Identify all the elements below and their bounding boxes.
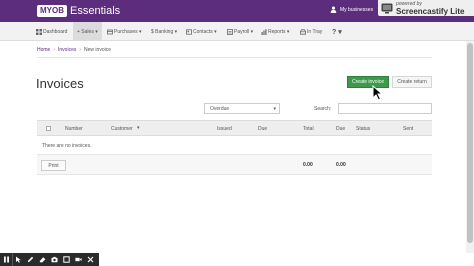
pointer-icon [16,256,21,263]
breadcrumb-invoices[interactable]: Invoices [58,47,76,53]
breadcrumb-home[interactable]: Home [37,47,50,53]
scrollbar-thumb[interactable] [467,43,473,243]
video-tool[interactable] [72,253,84,266]
nav-payroll[interactable]: Payroll ▾ [227,22,253,41]
nav-banking-label: $ Banking ▾ [151,28,178,35]
nav-in-tray[interactable]: In Tray [300,22,322,41]
invoice-table-header: Number ▾ Customer Issued Due Total Due S… [37,120,432,136]
column-due-date[interactable]: Due [258,126,267,132]
pointer-tool[interactable] [12,253,24,266]
nav-sales[interactable]: + Sales ▾ [73,22,102,41]
nav-sales-label: + Sales ▾ [77,28,98,35]
myob-logo[interactable]: MYOB Essentials [37,4,120,17]
column-total[interactable]: Total [303,126,314,132]
mouse-cursor-icon [372,85,383,101]
my-businesses-label: My businesses [340,6,374,13]
camera-tool[interactable] [48,253,60,266]
dashboard-icon [36,28,42,35]
nav-purchases[interactable]: Purchases ▾ [107,22,142,41]
nav-dashboard[interactable]: Dashboard [36,22,67,41]
help-icon: ? ▾ [332,28,342,36]
table-row: There are no invoices. [37,137,432,155]
column-due-amount[interactable]: Due [336,126,345,132]
eraser-icon [39,257,45,263]
annotation-toolbar [0,253,99,266]
chevron-down-icon: ▾ [273,106,276,112]
nav-banking[interactable]: $ Banking ▾ [151,22,177,41]
create-return-button[interactable]: Create return [392,76,432,88]
empty-message: There are no invoices. [42,143,92,149]
square-icon [62,256,70,263]
reports-icon [261,28,267,35]
payroll-icon [227,28,233,35]
select-all-checkbox[interactable] [46,126,51,131]
in-tray-icon [300,28,306,35]
eraser-tool[interactable] [36,253,48,266]
nav-contacts-label: Contacts ▾ [193,28,217,35]
pen-tool[interactable] [24,253,36,266]
pause-tool[interactable] [0,253,12,266]
purchases-icon [107,29,113,34]
nav-purchases-label: Purchases ▾ [114,28,142,35]
search-label: Search: [314,106,332,112]
page-scrollbar[interactable] [466,41,474,253]
total-due: 0.00 [336,162,346,168]
nav-reports-label: Reports ▾ [268,28,290,35]
status-filter-select[interactable]: Overdue ▾ [204,103,280,114]
status-filter-value: Overdue [210,105,230,112]
breadcrumb-separator: › [53,47,56,53]
column-sent[interactable]: Sent [403,126,413,132]
breadcrumb-separator: › [79,47,82,53]
screencastify-logo-icon [381,3,393,14]
page-title: Invoices [36,76,84,91]
breadcrumb-current: New invoice [84,47,111,53]
square-tool[interactable] [60,253,72,266]
nav-in-tray-label: In Tray [307,28,323,35]
search-input[interactable] [338,103,432,114]
camera-icon [51,256,57,263]
close-icon [87,256,93,263]
nav-dashboard-label: Dashboard [43,28,68,35]
pen-icon [27,256,33,263]
nav-payroll-label: Payroll ▾ [234,28,254,35]
nav-help[interactable]: ? ▾ [332,22,342,41]
user-icon [330,6,337,13]
column-status[interactable]: Status [356,126,370,132]
watermark-line-2: Screencastify Lite [396,7,465,16]
logo-badge: MYOB [37,4,67,17]
close-tool[interactable] [84,253,96,266]
print-button[interactable]: Print [41,160,66,171]
sort-down-icon[interactable]: ▾ [137,125,140,131]
column-number[interactable]: Number [65,126,83,132]
main-nav: Dashboard + Sales ▾ Purchases ▾ $ Bankin… [0,22,474,41]
total-amount: 0.00 [303,162,313,168]
nav-reports[interactable]: Reports ▾ [261,22,289,41]
video-icon [74,257,82,262]
column-customer[interactable]: Customer [111,126,133,132]
table-footer: Print 0.00 0.00 [37,155,432,175]
contacts-icon [186,28,192,35]
pause-icon [3,256,9,263]
nav-contacts[interactable]: Contacts ▾ [186,22,217,41]
column-issued[interactable]: Issued [217,126,232,132]
my-businesses-link[interactable]: My businesses [330,6,373,13]
divider [37,57,432,58]
screencastify-watermark: powered by Screencastify Lite [378,0,474,16]
breadcrumb: Home › Invoices › New invoice [37,47,111,53]
logo-text: Essentials [70,4,121,17]
